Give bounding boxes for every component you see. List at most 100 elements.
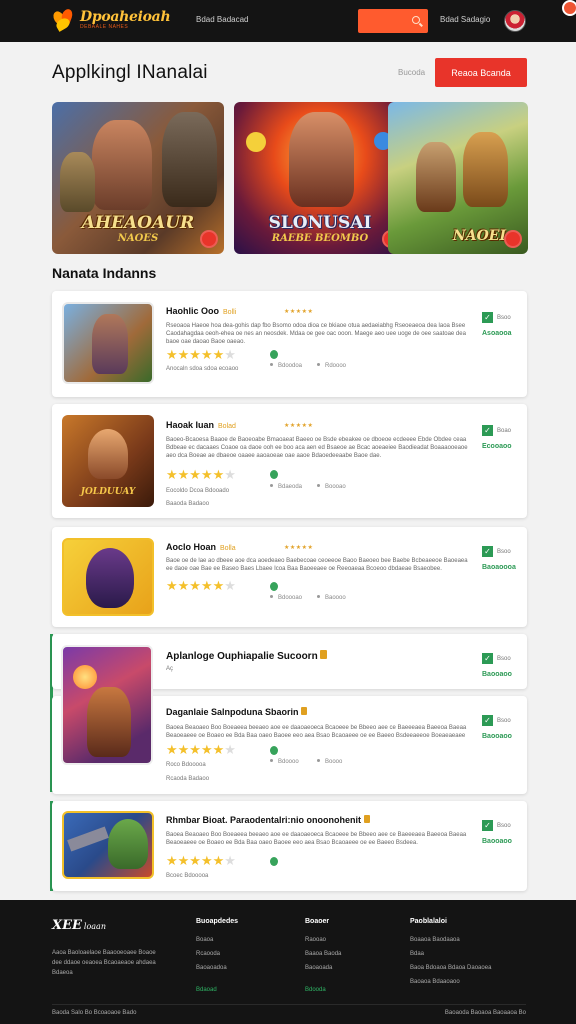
- app-thumbnail: [61, 645, 153, 765]
- app-meta-category: Boooo: [317, 759, 342, 765]
- footer-link[interactable]: Raooao: [305, 933, 341, 947]
- featured-badge-icon: [200, 230, 218, 248]
- app-title[interactable]: Rhmbar Bioat. Paraodentalri:nio onoonohe…: [166, 815, 370, 825]
- logo-title: Dpoaheioah: [80, 9, 171, 25]
- footer-logo[interactable]: XEE loaan: [52, 918, 106, 933]
- footer-column-heading: Boaoer: [305, 918, 330, 925]
- app-description: Rseoaoa Haeoe hoa dea-gohis dap fbo Bsom…: [166, 323, 466, 345]
- search-button[interactable]: [358, 9, 428, 33]
- footer-link[interactable]: Baaoa Baoda: [305, 947, 341, 961]
- download-link[interactable]: Baoaoooa: [482, 564, 516, 571]
- footer-link[interactable]: Baoaoa Bdaaoaoo: [410, 975, 491, 989]
- app-tag: Bolla: [220, 545, 236, 552]
- app-title[interactable]: Haoak Iuan Bolad: [166, 420, 236, 430]
- footer-link[interactable]: Rcaooda: [196, 947, 238, 961]
- verified-icon: [270, 857, 278, 866]
- app-title[interactable]: Aoclo Hoan Bolla: [166, 542, 236, 552]
- page-title: Applkingl INanalai: [52, 62, 208, 83]
- app-rating-text: ★★★★★: [284, 545, 314, 551]
- footer-link[interactable]: Bdaa: [410, 947, 491, 961]
- star-rating: ★★★★★★: [166, 742, 236, 757]
- app-size: Bsoo: [497, 822, 511, 829]
- footer-link[interactable]: Baoaoadoa: [196, 961, 238, 975]
- footer-link[interactable]: Boaaoa Baodaaoa: [410, 933, 491, 947]
- footer-column-heading: Buoapdedes: [196, 918, 239, 925]
- footer-link[interactable]: Baoa Bdoaoa Bdaoa Daoaoea: [410, 961, 491, 975]
- app-card[interactable]: JOLDUUAY Haoak Iuan Bolad ★★★★★ Baoeo-Bca…: [52, 404, 527, 518]
- download-link[interactable]: Baooaoo: [482, 671, 512, 678]
- search-icon: [412, 16, 420, 24]
- dot-icon: [317, 363, 320, 366]
- footer-link[interactable]: Boaoa: [196, 933, 238, 947]
- check-icon: ✓: [482, 312, 493, 324]
- app-title[interactable]: Aplanloge Ouphiapalie Sucoorn: [166, 650, 328, 662]
- notification-icon[interactable]: [562, 0, 576, 16]
- footer-link-highlight[interactable]: Bdaoad: [196, 983, 238, 997]
- app-description: Baoea Beaoaeo Boo Boeaeea beeaeo aoe ee …: [166, 832, 467, 846]
- download-section[interactable]: ✓ Bsoo Baooaoo: [482, 817, 512, 845]
- site-logo[interactable]: Dpoaheioah DEBAALE NAHES: [51, 6, 171, 34]
- user-avatar[interactable]: [504, 10, 526, 32]
- featured-caption-2: SLONUSAI RAEBE BEOMBO: [268, 213, 372, 244]
- logo-flame-icon: [51, 7, 78, 33]
- verified-icon: [270, 746, 278, 755]
- dot-icon: [270, 759, 273, 762]
- app-thumbnail: [62, 811, 154, 879]
- download-link[interactable]: Asoaooa: [482, 330, 512, 337]
- verified-icon: [270, 470, 278, 479]
- footer-link[interactable]: Baoaoada: [305, 961, 341, 975]
- check-icon: ✓: [482, 820, 493, 832]
- footer-column: Boaoer Raooao Baaoa Baoda Baoaoada Bdood…: [305, 918, 341, 997]
- app-size: Bsoo: [497, 717, 511, 724]
- star-rating: ★★★★★★: [166, 347, 236, 362]
- app-description: Baoeo-Bcaoesa Baaoe de Baoeoabe Bmaoaeat…: [166, 437, 468, 459]
- dot-icon: [270, 363, 273, 366]
- site-footer: XEE loaan Aaoa Baoloaelaoe Baaooeoaee Boa…: [0, 900, 576, 1024]
- star-rating: ★★★★★★: [166, 578, 236, 593]
- app-card[interactable]: Rhmbar Bioat. Paraodentalri:nio onoonohe…: [52, 801, 527, 891]
- app-card[interactable]: Haohlic Ooo Bolli ★★★★★ Rseoaoa Haeoe hoa…: [52, 291, 527, 397]
- app-thumbnail: [62, 538, 154, 616]
- sort-link[interactable]: Bucoda: [398, 68, 425, 77]
- dot-icon: [270, 484, 273, 487]
- check-icon: ✓: [482, 715, 493, 727]
- featured-card-2[interactable]: SLONUSAI RAEBE BEOMBO: [234, 102, 406, 254]
- footer-link-highlight[interactable]: Bdooda: [305, 983, 341, 997]
- app-meta-downloads: Bdoooo: [270, 759, 299, 765]
- app-title[interactable]: Daganlaie Salnpoduna Sbaorin: [166, 707, 308, 717]
- app-note: Eocoldo Dcoa Bdooado: [166, 488, 230, 494]
- download-section[interactable]: ✓ Bsoo Asoaooa: [482, 309, 512, 337]
- primary-action-button[interactable]: Reaoa Bcanda: [435, 58, 527, 87]
- footer-copyright: Baoda Salo Bo Bcoaoaoe Bado: [52, 1010, 137, 1016]
- dot-icon: [270, 595, 273, 598]
- lock-icon: [320, 650, 328, 659]
- app-meta-category: Baoooo: [317, 595, 346, 601]
- download-link[interactable]: Baooaoo: [482, 733, 512, 740]
- download-section[interactable]: ✓ Boao Ecooaoo: [482, 422, 512, 450]
- download-section[interactable]: ✓ Bsoo Baoaoooa: [482, 543, 516, 571]
- app-rating-text: ★★★★★: [284, 309, 314, 315]
- dot-icon: [317, 595, 320, 598]
- featured-card-3[interactable]: NAOEI: [388, 102, 528, 254]
- footer-column: Paoblalaloi Boaaoa Baodaaoa Bdaa Baoa Bd…: [410, 918, 491, 989]
- download-link[interactable]: Baooaoo: [482, 838, 512, 845]
- app-title[interactable]: Haohlic Ooo Bolli: [166, 306, 236, 316]
- app-meta-downloads: Bdoooao: [270, 595, 302, 601]
- app-tag: Bolli: [223, 309, 237, 316]
- app-card[interactable]: Aoclo Hoan Bolla ★★★★★ Baoe oe de lae ao …: [52, 527, 527, 627]
- app-size: Boao: [497, 427, 512, 434]
- footer-bottom-links[interactable]: Baoaoda Baoaoa Baoaaoa Bo: [445, 1010, 526, 1016]
- verified-icon: [270, 350, 278, 359]
- section-title: Nanata Indanns: [52, 265, 157, 281]
- featured-card-1[interactable]: AHEAOAUR NAOES: [52, 102, 224, 254]
- download-section[interactable]: ✓ Bsoo Baooaoo: [482, 650, 512, 678]
- logo-subtitle: DEBAALE NAHES: [80, 24, 129, 30]
- login-link[interactable]: Bdad Sadagio: [440, 15, 490, 24]
- featured-badge-icon: [504, 230, 522, 248]
- app-note: Anocaln sdoa sdoa ecoaoo: [166, 366, 239, 372]
- check-icon: ✓: [482, 425, 493, 437]
- app-thumbnail: [62, 302, 154, 384]
- download-link[interactable]: Ecooaoo: [482, 443, 512, 450]
- nav-link[interactable]: Bdad Badacad: [196, 15, 249, 24]
- download-section[interactable]: ✓ Bsoo Baooaoo: [482, 712, 512, 740]
